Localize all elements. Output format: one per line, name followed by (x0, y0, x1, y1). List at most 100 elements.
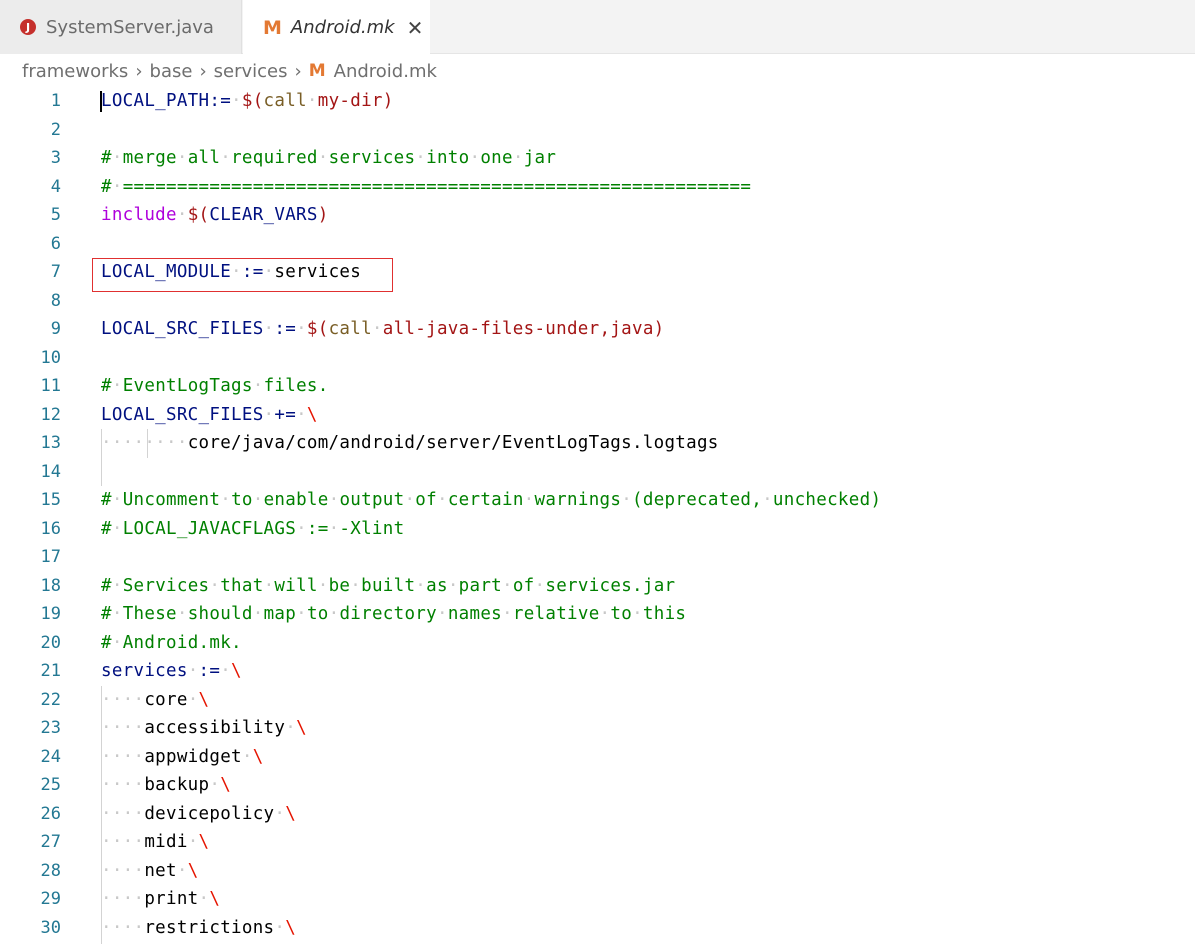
whitespace-marker: · (209, 775, 221, 795)
code-text: ····print·\ (101, 885, 220, 914)
code-token: services (328, 148, 416, 168)
code-line[interactable]: 30 ····restrictions·\ (0, 914, 1195, 943)
code-line[interactable]: 9 LOCAL_SRC_FILES·:=·$(call·all-java-file… (0, 315, 1195, 344)
code-token: unchecked) (772, 490, 882, 510)
tab-android-mk[interactable]: M Android.mk ✕ (243, 0, 430, 55)
whitespace-marker: ···· (101, 689, 145, 710)
code-token: all-java-files-under,java) (382, 319, 665, 339)
code-line[interactable]: 4 #·=====================================… (0, 173, 1195, 202)
line-number: 13 (40, 433, 61, 453)
code-text: LOCAL_MODULE·:=·services (101, 258, 361, 287)
code-line[interactable]: 13 ········core/java/com/android/server/E… (0, 429, 1195, 458)
code-line[interactable]: 20 #·Android.mk. (0, 629, 1195, 658)
whitespace-marker: ···· (101, 889, 145, 909)
whitespace-marker: · (111, 632, 123, 653)
whitespace-marker: · (220, 661, 232, 681)
code-token: services (101, 661, 188, 681)
line-number: 1 (50, 91, 61, 111)
code-line[interactable]: 24 ····appwidget·\ (0, 743, 1195, 772)
code-token: LOCAL_SRC_FILES (101, 319, 264, 339)
code-token: \ (198, 689, 210, 710)
code-line[interactable]: 1 LOCAL_PATH:=·$(call·my-dir) (0, 87, 1195, 116)
breadcrumb-item-services[interactable]: services (214, 61, 288, 82)
whitespace-marker: · (111, 490, 123, 510)
whitespace-marker: · (436, 604, 448, 624)
code-token: ) (317, 205, 329, 225)
code-line[interactable]: 21 services·:=·\ (0, 657, 1195, 686)
whitespace-marker: · (512, 148, 524, 168)
breadcrumb-item-android-mk[interactable]: Android.mk (334, 61, 437, 82)
code-line[interactable]: 18 #·Services·that·will·be·built·as·part·… (0, 572, 1195, 601)
line-number: 10 (40, 347, 61, 368)
close-icon[interactable]: ✕ (407, 18, 424, 38)
whitespace-marker: · (296, 404, 307, 425)
code-line[interactable]: 19 #·These·should·map·to·directory·names·… (0, 600, 1195, 629)
code-line[interactable]: 16 #·LOCAL_JAVACFLAGS·:=·-Xlint (0, 515, 1195, 544)
whitespace-marker: · (111, 575, 123, 596)
whitespace-marker: · (187, 661, 199, 681)
whitespace-marker: · (231, 91, 242, 111)
code-token: := (306, 518, 329, 539)
code-line[interactable]: 5 include·$(CLEAR_VARS) (0, 201, 1195, 230)
code-line[interactable]: 22 ····core·\ (0, 686, 1195, 715)
code-line[interactable]: 28 ····net·\ (0, 857, 1195, 886)
code-token: should (187, 604, 253, 624)
code-token: jar (523, 148, 557, 168)
code-token: names (447, 604, 503, 624)
whitespace-marker: · (469, 148, 481, 168)
breadcrumb-item-frameworks[interactable]: frameworks (22, 61, 128, 82)
code-line[interactable]: 25 ····backup·\ (0, 771, 1195, 800)
code-line[interactable]: 11 #·EventLogTags·files. (0, 372, 1195, 401)
code-token: \ (296, 718, 307, 738)
whitespace-marker: · (263, 262, 275, 282)
breadcrumb-item-base[interactable]: base (150, 61, 193, 82)
whitespace-marker: · (296, 319, 307, 339)
whitespace-marker: · (187, 832, 199, 852)
whitespace-marker: · (220, 490, 232, 510)
code-line[interactable]: 26 ····devicepolicy·\ (0, 800, 1195, 829)
tab-systemserver-java[interactable]: J SystemServer.java (0, 0, 242, 54)
line-number: 6 (50, 233, 61, 254)
code-line[interactable]: 14 (0, 458, 1195, 487)
code-line[interactable]: 8 (0, 287, 1195, 316)
code-line[interactable]: 2 (0, 116, 1195, 145)
code-text: #·Android.mk. (101, 629, 242, 658)
code-token: \ (198, 832, 210, 852)
whitespace-marker: · (111, 176, 123, 197)
whitespace-marker: · (328, 604, 340, 624)
whitespace-marker: · (231, 262, 242, 282)
code-line[interactable]: 27 ····midi·\ (0, 828, 1195, 857)
makefile-icon: M (263, 16, 282, 39)
code-token: LOCAL_MODULE (101, 262, 232, 282)
code-token: := (241, 262, 264, 282)
code-editor[interactable]: 1 LOCAL_PATH:=·$(call·my-dir) 2 3 #·merge·al… (0, 87, 1195, 944)
code-line[interactable]: 10 (0, 344, 1195, 373)
code-token: merge (122, 148, 177, 168)
whitespace-marker: ···· (101, 860, 145, 881)
code-line[interactable]: 15 #·Uncomment·to·enable·output·of·certai… (0, 486, 1195, 515)
whitespace-marker: · (328, 490, 340, 510)
breadcrumb: frameworks › base › services › M Android… (22, 58, 437, 84)
code-text: ····net·\ (101, 857, 199, 886)
code-line[interactable]: 17 (0, 543, 1195, 572)
whitespace-marker: · (252, 376, 264, 396)
code-text: #·Uncomment·to·enable·output·of·certain·… (101, 486, 881, 515)
whitespace-marker: · (306, 91, 318, 111)
whitespace-marker: · (274, 917, 286, 938)
code-line[interactable]: 29 ····print·\ (0, 885, 1195, 914)
code-token: will (274, 575, 318, 596)
line-number: 20 (40, 632, 61, 653)
whitespace-marker: · (176, 148, 188, 168)
code-line[interactable]: 6 (0, 230, 1195, 259)
whitespace-marker: ···· (101, 803, 145, 824)
whitespace-marker: · (263, 319, 275, 339)
code-token: += (274, 404, 297, 425)
code-line[interactable]: 3 #·merge·all·required·services·into·one·… (0, 144, 1195, 173)
code-line[interactable]: 7 LOCAL_MODULE·:=·services (0, 258, 1195, 287)
code-text: ····devicepolicy·\ (101, 800, 296, 829)
code-line[interactable]: 23 ····accessibility·\ (0, 714, 1195, 743)
whitespace-marker: ···· (101, 718, 145, 738)
line-number: 30 (40, 917, 61, 938)
code-line[interactable]: 12 LOCAL_SRC_FILES·+=·\ (0, 401, 1195, 430)
code-token: Services (122, 575, 210, 596)
